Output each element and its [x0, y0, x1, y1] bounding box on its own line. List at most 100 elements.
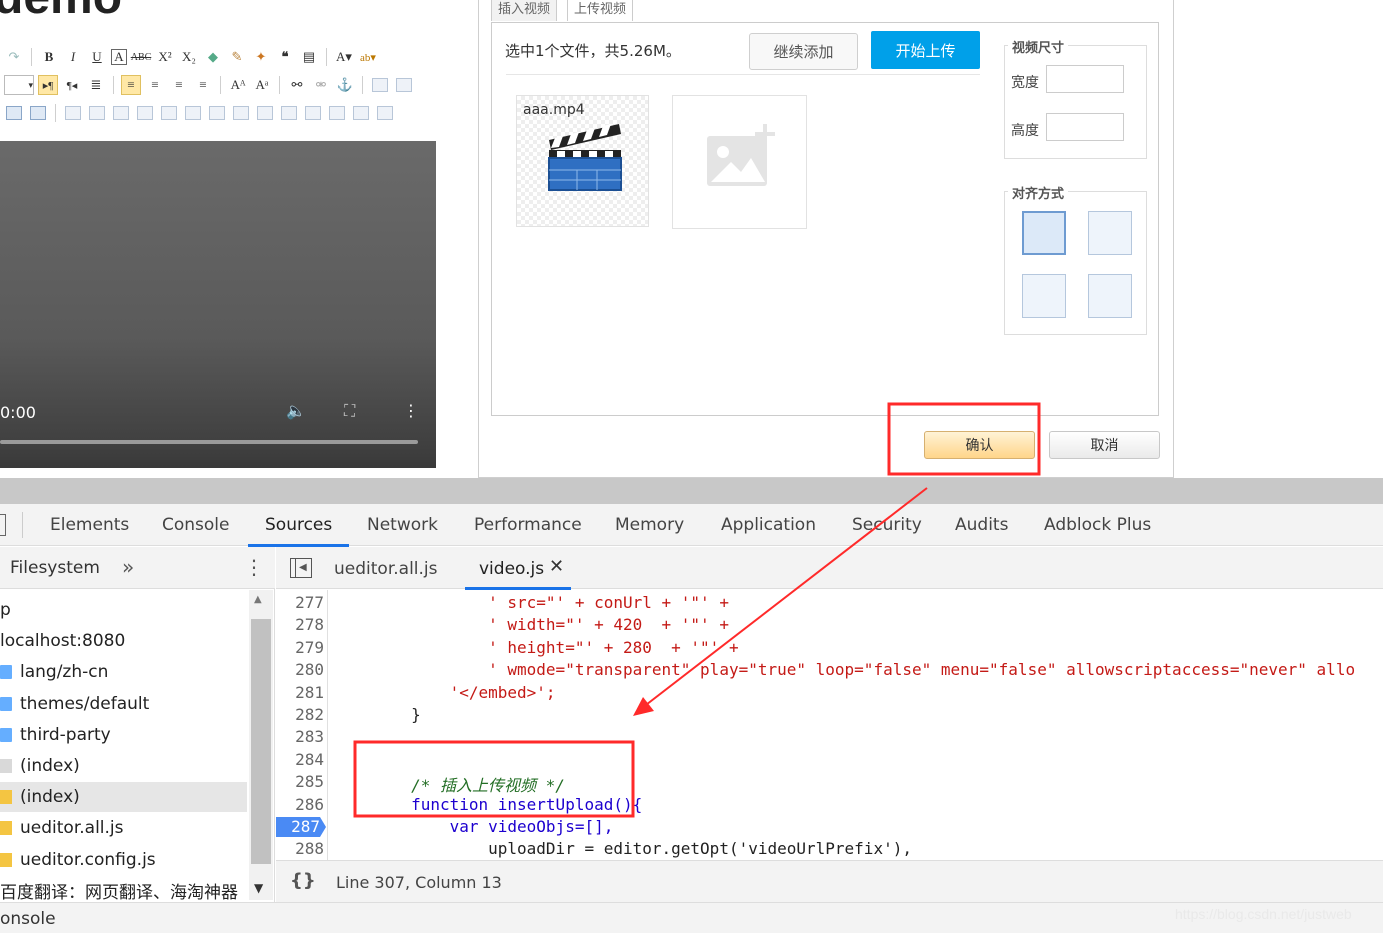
highlight-color-icon[interactable]: ab▾	[358, 47, 378, 67]
insert-row-icon[interactable]	[89, 106, 105, 120]
tree-item[interactable]: themes/default	[0, 689, 247, 719]
line-number[interactable]: 281	[276, 683, 324, 703]
tab-filesystem[interactable]: Filesystem	[10, 558, 100, 578]
line-number[interactable]: 282	[276, 705, 324, 725]
code-editor[interactable]: 277 278 279 280 281 282 283 284 285 286 287 288 ' s…	[276, 590, 1383, 860]
file-thumbnail[interactable]: aaa.mp4	[516, 95, 649, 227]
insert-table-icon[interactable]	[65, 106, 81, 120]
table-style-icon[interactable]	[353, 106, 369, 120]
cell-props-icon[interactable]	[257, 106, 273, 120]
align-right-option[interactable]	[1022, 274, 1066, 318]
align-center-icon[interactable]: ≡	[145, 75, 165, 95]
line-number[interactable]: 287	[276, 817, 326, 837]
ltr-icon[interactable]: ▸¶	[38, 75, 58, 95]
font-size-dropdown[interactable]: ▾	[4, 75, 34, 95]
tab-memory[interactable]: Memory	[615, 515, 684, 535]
tab-performance[interactable]: Performance	[474, 515, 582, 535]
align-none-option[interactable]	[1022, 211, 1066, 255]
tab-upload-video[interactable]: 上传视频	[567, 0, 634, 21]
font-border-icon[interactable]: A	[111, 49, 127, 65]
align-center-option[interactable]	[1088, 274, 1132, 318]
align-justify-icon[interactable]: ≡	[193, 75, 213, 95]
align-right-icon[interactable]: ≡	[169, 75, 189, 95]
align-left-option[interactable]	[1088, 211, 1132, 255]
tab-audits[interactable]: Audits	[955, 515, 1008, 535]
anchor-icon[interactable]: ⚓	[335, 75, 355, 95]
tree-item[interactable]: lang/zh-cn	[0, 657, 247, 687]
italic-icon[interactable]: I	[63, 47, 83, 67]
tab-sources[interactable]: Sources	[265, 515, 332, 535]
format-brush-icon[interactable]: ✎	[227, 47, 247, 67]
table-sort-icon[interactable]	[377, 106, 393, 120]
superscript-icon[interactable]: X²	[155, 47, 175, 67]
indent-icon[interactable]: ≣	[86, 75, 106, 95]
tab-adblock-plus[interactable]: Adblock Plus	[1044, 515, 1151, 535]
insert-video-icon[interactable]	[30, 106, 46, 120]
video-progress-bar[interactable]	[0, 440, 418, 444]
video-player[interactable]: 0:00 🔈 ⛶ ⋮	[0, 141, 436, 468]
confirm-button[interactable]: 确认	[924, 431, 1035, 459]
split-cols-icon[interactable]	[305, 106, 321, 120]
image-none-icon[interactable]	[372, 78, 388, 92]
tab-elements[interactable]: Elements	[50, 515, 129, 535]
file-tab-ueditor-all[interactable]: ueditor.all.js	[334, 559, 438, 579]
font-color-icon[interactable]: A▾	[334, 47, 354, 67]
insert-image-icon[interactable]	[6, 106, 22, 120]
scroll-up-icon[interactable]: ▲	[254, 594, 262, 605]
unlink-icon[interactable]: ⚮	[311, 75, 331, 95]
delete-row-icon[interactable]	[185, 106, 201, 120]
redo-icon[interactable]: ↷	[4, 47, 24, 67]
tab-application[interactable]: Application	[721, 515, 816, 535]
underline-icon[interactable]: U	[87, 47, 107, 67]
rtl-icon[interactable]: ¶◂	[62, 75, 82, 95]
bold-icon[interactable]: B	[39, 47, 59, 67]
line-number[interactable]: 284	[276, 750, 324, 770]
line-number[interactable]: 285	[276, 772, 324, 792]
console-drawer-label[interactable]: onsole	[0, 909, 56, 929]
width-input[interactable]	[1046, 65, 1124, 93]
table-props-icon[interactable]	[233, 106, 249, 120]
tree-item[interactable]: ueditor.config.js	[0, 845, 247, 875]
close-icon[interactable]: ✕	[549, 556, 564, 577]
navigator-menu-icon[interactable]: ⋮	[244, 555, 264, 579]
tab-network[interactable]: Network	[367, 515, 438, 535]
pretty-print-icon[interactable]: {}	[290, 870, 316, 891]
image-left-icon[interactable]	[396, 78, 412, 92]
line-number[interactable]: 278	[276, 615, 324, 635]
device-toolbar-icon[interactable]	[0, 514, 6, 536]
align-left-icon[interactable]: ≡	[121, 75, 141, 95]
insert-col-icon[interactable]	[113, 106, 129, 120]
split-cells-icon[interactable]	[161, 106, 177, 120]
continue-add-button[interactable]: 继续添加	[749, 33, 858, 70]
line-number[interactable]: 277	[276, 593, 324, 613]
tab-security[interactable]: Security	[852, 515, 922, 535]
lowercase-icon[interactable]: Aᵃ	[252, 75, 272, 95]
delete-col-icon[interactable]	[209, 106, 225, 120]
line-number[interactable]: 280	[276, 660, 324, 680]
navigator-scroll-thumb[interactable]	[251, 619, 271, 864]
tab-console[interactable]: Console	[162, 515, 230, 535]
chevron-down-icon[interactable]: ▼	[254, 881, 263, 895]
tree-item[interactable]: third-party	[0, 720, 247, 750]
tree-item[interactable]: p	[0, 595, 247, 625]
blockquote-icon[interactable]: ❝	[275, 47, 295, 67]
paste-plain-icon[interactable]: ▤	[299, 47, 319, 67]
strikethrough-icon[interactable]: ABC	[131, 47, 152, 67]
start-upload-button[interactable]: 开始上传	[871, 31, 980, 69]
add-file-placeholder[interactable]	[672, 95, 807, 229]
link-icon[interactable]: ⚯	[287, 75, 307, 95]
table-border-icon[interactable]	[329, 106, 345, 120]
merge-cells-icon[interactable]	[137, 106, 153, 120]
more-options-icon[interactable]: ⋮	[403, 401, 419, 420]
file-tab-video[interactable]: video.js	[479, 559, 544, 579]
height-input[interactable]	[1046, 113, 1124, 141]
tree-item[interactable]: (index)	[0, 751, 247, 781]
auto-format-icon[interactable]: ✦	[251, 47, 271, 67]
tree-item[interactable]: (index)	[0, 782, 247, 813]
cancel-button[interactable]: 取消	[1049, 431, 1160, 459]
tab-insert-video[interactable]: 插入视频	[491, 0, 558, 21]
tree-item[interactable]: localhost:8080	[0, 626, 247, 656]
toggle-navigator-icon[interactable]: ◀	[290, 558, 312, 578]
split-rows-icon[interactable]	[281, 106, 297, 120]
tree-item[interactable]: ueditor.all.js	[0, 813, 247, 843]
